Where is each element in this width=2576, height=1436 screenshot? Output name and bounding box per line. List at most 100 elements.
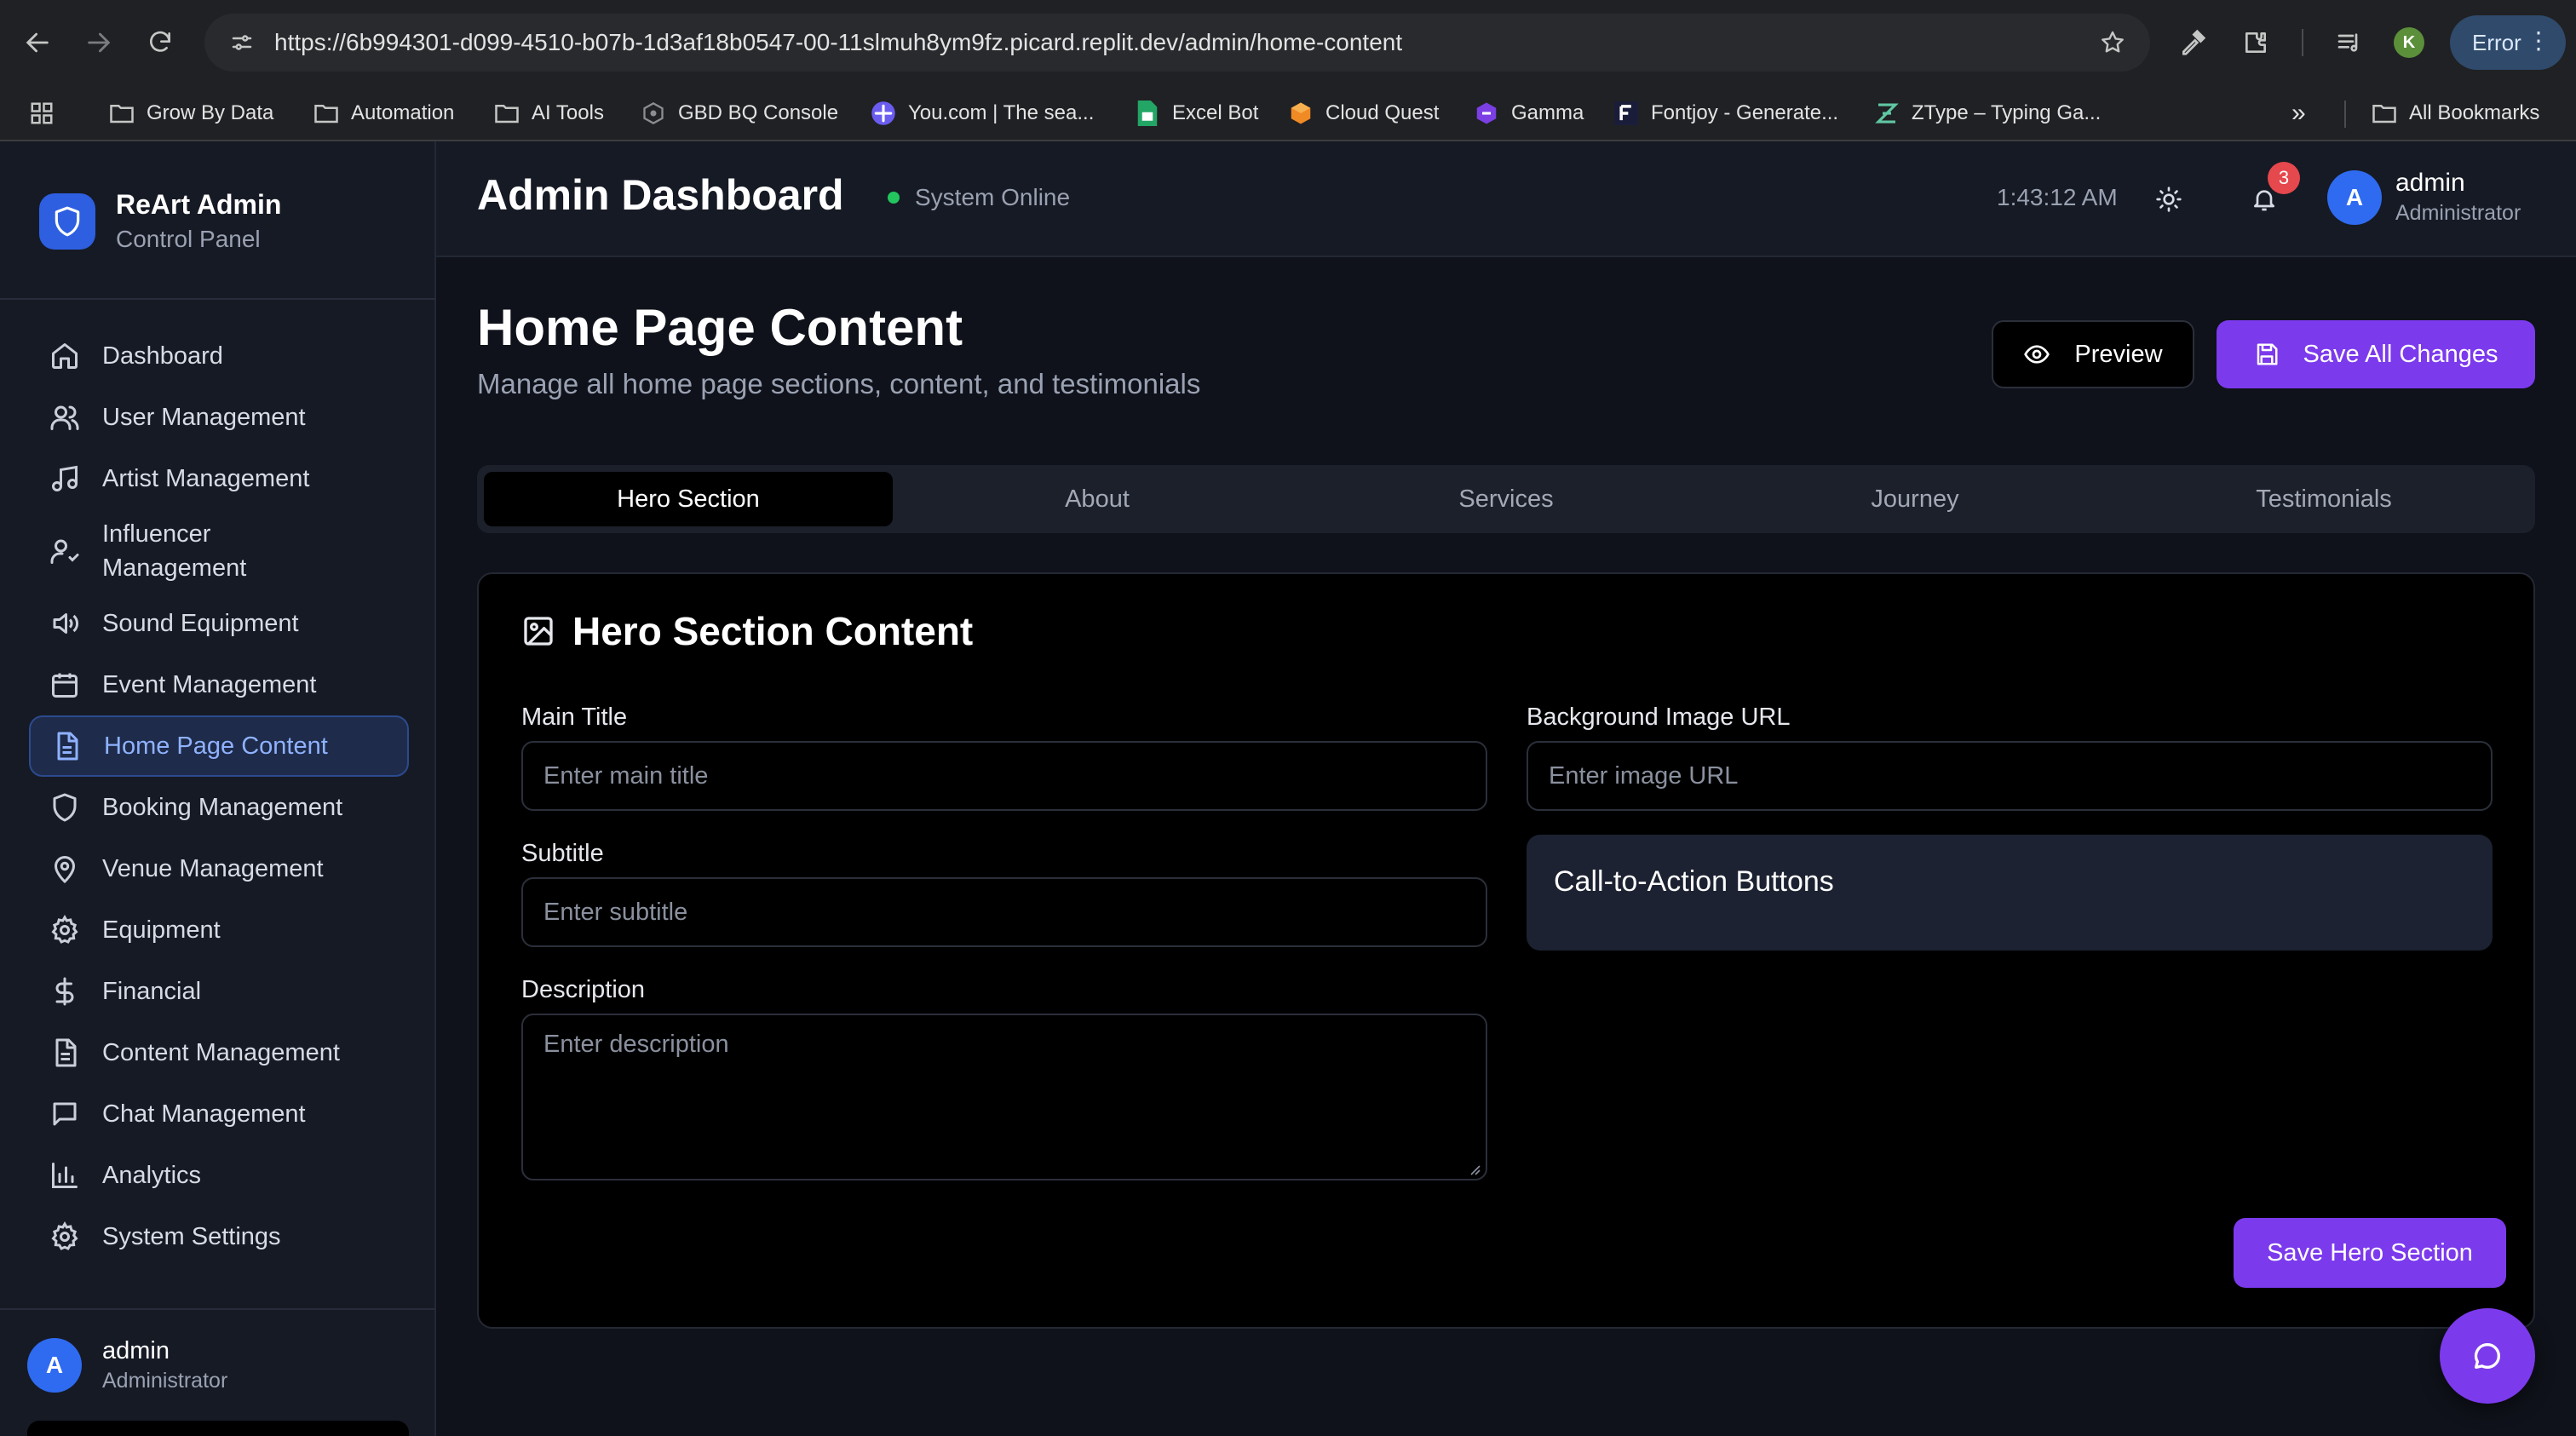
main-title-label: Main Title bbox=[521, 704, 628, 731]
sidebar-item-content-management[interactable]: Content Management bbox=[29, 1022, 409, 1083]
more-bookmarks-chevron-icon[interactable]: » bbox=[2291, 85, 2306, 141]
sidebar-item-dashboard[interactable]: Dashboard bbox=[29, 325, 409, 387]
brand[interactable]: ReArt Admin Control Panel bbox=[39, 189, 281, 253]
back-button[interactable] bbox=[14, 19, 61, 66]
bookmark-gbd-bq-console[interactable]: GBD BQ Console bbox=[641, 85, 838, 141]
sidebar-item-analytics[interactable]: Analytics bbox=[29, 1145, 409, 1206]
sidebar-bottom-button[interactable] bbox=[27, 1421, 409, 1436]
save-all-changes-button[interactable]: Save All Changes bbox=[2217, 320, 2535, 388]
message-icon bbox=[48, 1097, 82, 1131]
save-hero-section-button[interactable]: Save Hero Section bbox=[2234, 1218, 2506, 1288]
background-image-label: Background Image URL bbox=[1527, 704, 1791, 731]
more-menu-icon[interactable]: ⋮ bbox=[2527, 29, 2550, 53]
apps-grid-icon[interactable] bbox=[29, 85, 55, 141]
bookmark-gamma[interactable]: Gamma bbox=[1474, 85, 1584, 141]
address-bar[interactable]: https://6b994301-d099-4510-b07b-1d3af18b… bbox=[204, 14, 2150, 72]
description-textarea[interactable] bbox=[521, 1014, 1487, 1180]
ztype-icon bbox=[1874, 101, 1900, 126]
tab-about[interactable]: About bbox=[893, 472, 1302, 526]
bookmark-ai-tools[interactable]: AI Tools bbox=[494, 85, 604, 141]
site-settings-icon[interactable] bbox=[223, 24, 261, 61]
bookmark-label: GBD BQ Console bbox=[678, 101, 839, 124]
chat-fab-button[interactable] bbox=[2440, 1308, 2535, 1404]
bookmark-label: Gamma bbox=[1511, 101, 1584, 124]
resize-handle-icon[interactable] bbox=[1467, 1162, 1481, 1175]
brand-subtitle: Control Panel bbox=[116, 226, 261, 252]
main-title-input[interactable] bbox=[521, 741, 1487, 811]
section-tabs: Hero Section About Services Journey Test… bbox=[477, 465, 2535, 533]
sidebar-item-system-settings[interactable]: System Settings bbox=[29, 1206, 409, 1267]
tab-hero-section[interactable]: Hero Section bbox=[484, 472, 893, 526]
bookmark-label: AI Tools bbox=[532, 101, 604, 124]
sidebar-divider bbox=[0, 1308, 436, 1310]
bookmark-you-com[interactable]: You.com | The sea... bbox=[871, 85, 1094, 141]
bookmark-ztype[interactable]: ZType – Typing Ga... bbox=[1874, 85, 2101, 141]
preview-button[interactable]: Preview bbox=[1992, 320, 2194, 388]
sidebar-item-label: Venue Management bbox=[102, 855, 324, 882]
sidebar-item-chat-management[interactable]: Chat Management bbox=[29, 1083, 409, 1145]
bookmark-all-bookmarks[interactable]: All Bookmarks bbox=[2372, 85, 2539, 141]
page-header-title: Admin Dashboard bbox=[477, 171, 844, 219]
map-pin-icon bbox=[48, 852, 82, 886]
sidebar-item-event-management[interactable]: Event Management bbox=[29, 654, 409, 715]
sidebar-user-role: Administrator bbox=[102, 1369, 228, 1393]
clock: 1:43:12 AM bbox=[1997, 184, 2118, 210]
notification-count-badge: 3 bbox=[2268, 162, 2300, 194]
sidebar-item-label: System Settings bbox=[102, 1223, 281, 1250]
music-icon bbox=[48, 462, 82, 496]
sidebar-item-booking-management[interactable]: Booking Management bbox=[29, 777, 409, 838]
tab-journey[interactable]: Journey bbox=[1711, 472, 2119, 526]
sidebar-item-venue-management[interactable]: Venue Management bbox=[29, 838, 409, 899]
url-text[interactable]: https://6b994301-d099-4510-b07b-1d3af18b… bbox=[274, 29, 1402, 56]
bookmark-label: Fontjoy - Generate... bbox=[1651, 101, 1839, 124]
fontjoy-icon bbox=[1613, 101, 1639, 126]
tab-testimonials[interactable]: Testimonials bbox=[2119, 472, 2528, 526]
shield-icon bbox=[48, 790, 82, 824]
header-user[interactable]: admin Administrator bbox=[2395, 169, 2521, 226]
bookmark-star-icon[interactable] bbox=[2094, 24, 2131, 61]
sidebar-item-home-page-content[interactable]: Home Page Content bbox=[29, 715, 409, 777]
cube-icon bbox=[1288, 101, 1314, 126]
sidebar-item-influencer-management[interactable]: Influencer Management bbox=[29, 509, 409, 593]
reload-button[interactable] bbox=[136, 19, 184, 66]
background-image-url-input[interactable] bbox=[1527, 741, 2493, 811]
bookmark-fontjoy[interactable]: Fontjoy - Generate... bbox=[1613, 85, 1838, 141]
bookmark-label: ZType – Typing Ga... bbox=[1912, 101, 2102, 124]
sidebar-item-artist-management[interactable]: Artist Management bbox=[29, 448, 409, 509]
avatar[interactable]: A bbox=[2327, 170, 2382, 225]
bar-chart-icon bbox=[48, 1158, 82, 1192]
sheets-icon bbox=[1135, 101, 1160, 126]
bookmark-cloud-quest[interactable]: Cloud Quest bbox=[1288, 85, 1439, 141]
calendar-icon bbox=[48, 668, 82, 702]
eyedropper-icon[interactable] bbox=[2169, 19, 2217, 66]
sidebar-user[interactable]: A admin Administrator bbox=[27, 1337, 227, 1393]
bookmark-label: Excel Bot bbox=[1172, 101, 1259, 124]
users-icon bbox=[48, 400, 82, 434]
sidebar-item-label: Home Page Content bbox=[104, 732, 328, 760]
sidebar-item-label: Booking Management bbox=[102, 794, 343, 821]
page-subtitle: Manage all home page sections, content, … bbox=[477, 368, 1201, 399]
cta-panel-title: Call-to-Action Buttons bbox=[1554, 865, 1834, 898]
sidebar-item-user-management[interactable]: User Management bbox=[29, 387, 409, 448]
bookmark-grow-by-data[interactable]: Grow By Data bbox=[109, 85, 273, 141]
sidebar-item-equipment[interactable]: Equipment bbox=[29, 899, 409, 961]
sidebar-item-label: Dashboard bbox=[102, 342, 223, 370]
tab-services[interactable]: Services bbox=[1302, 472, 1711, 526]
error-indicator-button[interactable]: Error ⋮ bbox=[2450, 15, 2566, 70]
sidebar-item-sound-equipment[interactable]: Sound Equipment bbox=[29, 593, 409, 654]
sidebar-item-financial[interactable]: Financial bbox=[29, 961, 409, 1022]
subtitle-input[interactable] bbox=[521, 877, 1487, 947]
theme-toggle-sun-icon[interactable] bbox=[2148, 179, 2189, 220]
sidebar-item-label: Chat Management bbox=[102, 1100, 306, 1128]
cta-buttons-panel: Call-to-Action Buttons bbox=[1527, 835, 2493, 951]
folder-icon bbox=[494, 101, 520, 126]
bookmark-label: All Bookmarks bbox=[2409, 101, 2540, 124]
sidebar-item-label: Financial bbox=[102, 978, 202, 1005]
profile-avatar[interactable]: K bbox=[2394, 27, 2424, 58]
hero-section-card: Hero Section Content Main Title Subtitle… bbox=[477, 572, 2535, 1329]
bookmark-automation[interactable]: Automation bbox=[313, 85, 454, 141]
extensions-icon[interactable] bbox=[2232, 19, 2280, 66]
forward-button[interactable] bbox=[75, 19, 123, 66]
media-controls-icon[interactable] bbox=[2326, 19, 2373, 66]
bookmark-excel-bot[interactable]: Excel Bot bbox=[1135, 85, 1258, 141]
